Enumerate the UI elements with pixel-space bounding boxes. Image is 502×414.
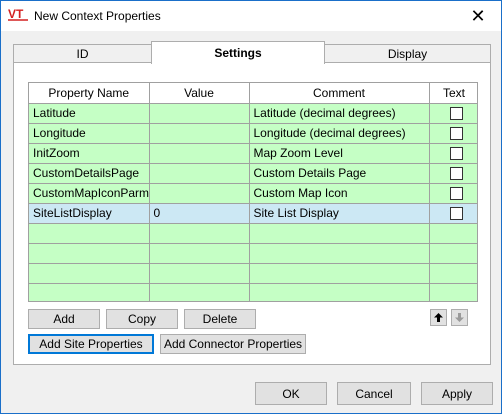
cell-text xyxy=(429,103,477,124)
table-row[interactable]: Latitude Latitude (decimal degrees) xyxy=(29,103,477,124)
tab-display[interactable]: Display xyxy=(324,44,491,63)
settings-panel: Property Name Value Comment Text Latitud… xyxy=(13,62,491,365)
empty-cell[interactable] xyxy=(249,223,430,244)
add-connector-properties-button[interactable]: Add Connector Properties xyxy=(160,334,306,354)
empty-row[interactable] xyxy=(29,223,477,244)
cell-property-name[interactable]: Latitude xyxy=(29,103,150,124)
cell-value[interactable]: 0 xyxy=(149,202,250,224)
move-down-button[interactable] xyxy=(451,309,468,326)
copy-button[interactable]: Copy xyxy=(106,309,178,329)
cell-property-name[interactable]: SiteListDisplay xyxy=(29,202,150,224)
properties-table: Property Name Value Comment Text Latitud… xyxy=(29,83,477,301)
cell-value[interactable] xyxy=(149,123,250,144)
column-header-property-name[interactable]: Property Name xyxy=(29,83,150,104)
text-checkbox[interactable] xyxy=(449,147,463,161)
close-icon: ✕ xyxy=(470,5,486,26)
empty-cell[interactable] xyxy=(429,283,477,301)
cell-comment[interactable]: Site List Display xyxy=(249,202,430,224)
column-header-text[interactable]: Text xyxy=(429,83,477,104)
cell-comment[interactable]: Map Zoom Level xyxy=(249,143,430,164)
empty-row[interactable] xyxy=(29,243,477,264)
window-title: New Context Properties xyxy=(34,9,161,23)
cell-comment[interactable]: Custom Details Page xyxy=(249,163,430,184)
empty-cell[interactable] xyxy=(429,263,477,284)
column-header-comment[interactable]: Comment xyxy=(249,83,430,104)
table-row[interactable]: SiteListDisplay 0 Site List Display xyxy=(29,202,477,224)
cell-value[interactable] xyxy=(149,183,250,204)
cell-text xyxy=(429,202,477,224)
empty-cell[interactable] xyxy=(29,263,150,284)
table-row[interactable]: Longitude Longitude (decimal degrees) xyxy=(29,123,477,144)
empty-cell[interactable] xyxy=(249,263,430,284)
table-row[interactable]: CustomDetailsPage Custom Details Page xyxy=(29,163,477,184)
cell-text xyxy=(429,123,477,144)
cell-text xyxy=(429,143,477,164)
header-row: Property Name Value Comment Text xyxy=(29,83,477,104)
cell-comment[interactable]: Longitude (decimal degrees) xyxy=(249,123,430,144)
tab-bar: ID Settings Display xyxy=(13,41,491,64)
table-row[interactable]: InitZoom Map Zoom Level xyxy=(29,143,477,164)
title-bar: VT New Context Properties ✕ xyxy=(1,1,501,31)
tab-settings[interactable]: Settings xyxy=(151,41,325,64)
empty-cell[interactable] xyxy=(429,243,477,264)
add-button[interactable]: Add xyxy=(28,309,100,329)
cancel-button[interactable]: Cancel xyxy=(337,382,411,405)
ok-button[interactable]: OK xyxy=(255,382,327,405)
empty-cell[interactable] xyxy=(29,243,150,264)
cell-value[interactable] xyxy=(149,103,250,124)
apply-button[interactable]: Apply xyxy=(421,382,493,405)
dialog-window: VT New Context Properties ✕ ID Settings … xyxy=(0,0,502,414)
app-logo-icon: VT xyxy=(8,7,28,21)
move-up-button[interactable] xyxy=(430,309,447,326)
text-checkbox[interactable] xyxy=(449,107,463,121)
empty-cell[interactable] xyxy=(29,223,150,244)
cell-text xyxy=(429,183,477,204)
tab-id[interactable]: ID xyxy=(13,44,152,63)
add-site-properties-button[interactable]: Add Site Properties xyxy=(28,334,154,354)
empty-cell[interactable] xyxy=(149,223,250,244)
empty-row[interactable] xyxy=(29,263,477,284)
arrow-down-icon xyxy=(455,313,464,322)
text-checkbox[interactable] xyxy=(449,167,463,181)
empty-cell[interactable] xyxy=(149,263,250,284)
text-checkbox[interactable] xyxy=(449,207,463,221)
cell-text xyxy=(429,163,477,184)
cell-comment[interactable]: Custom Map Icon xyxy=(249,183,430,204)
empty-cell[interactable] xyxy=(149,283,250,301)
delete-button[interactable]: Delete xyxy=(184,309,256,329)
cell-property-name[interactable]: InitZoom xyxy=(29,143,150,164)
empty-cell[interactable] xyxy=(429,223,477,244)
svg-text:VT: VT xyxy=(8,7,24,21)
cell-property-name[interactable]: CustomMapIconParm xyxy=(29,183,150,204)
empty-cell[interactable] xyxy=(249,283,430,301)
close-button[interactable]: ✕ xyxy=(455,1,501,31)
column-header-value[interactable]: Value xyxy=(149,83,250,104)
cell-value[interactable] xyxy=(149,163,250,184)
cell-value[interactable] xyxy=(149,143,250,164)
empty-cell[interactable] xyxy=(149,243,250,264)
empty-cell[interactable] xyxy=(29,283,150,301)
empty-cell[interactable] xyxy=(249,243,430,264)
cell-comment[interactable]: Latitude (decimal degrees) xyxy=(249,103,430,124)
cell-property-name[interactable]: CustomDetailsPage xyxy=(29,163,150,184)
empty-row[interactable] xyxy=(29,283,477,301)
table-row[interactable]: CustomMapIconParm Custom Map Icon xyxy=(29,183,477,204)
properties-grid: Property Name Value Comment Text Latitud… xyxy=(28,82,478,302)
text-checkbox[interactable] xyxy=(449,127,463,141)
arrow-up-icon xyxy=(434,313,443,322)
cell-property-name[interactable]: Longitude xyxy=(29,123,150,144)
text-checkbox[interactable] xyxy=(449,187,463,201)
